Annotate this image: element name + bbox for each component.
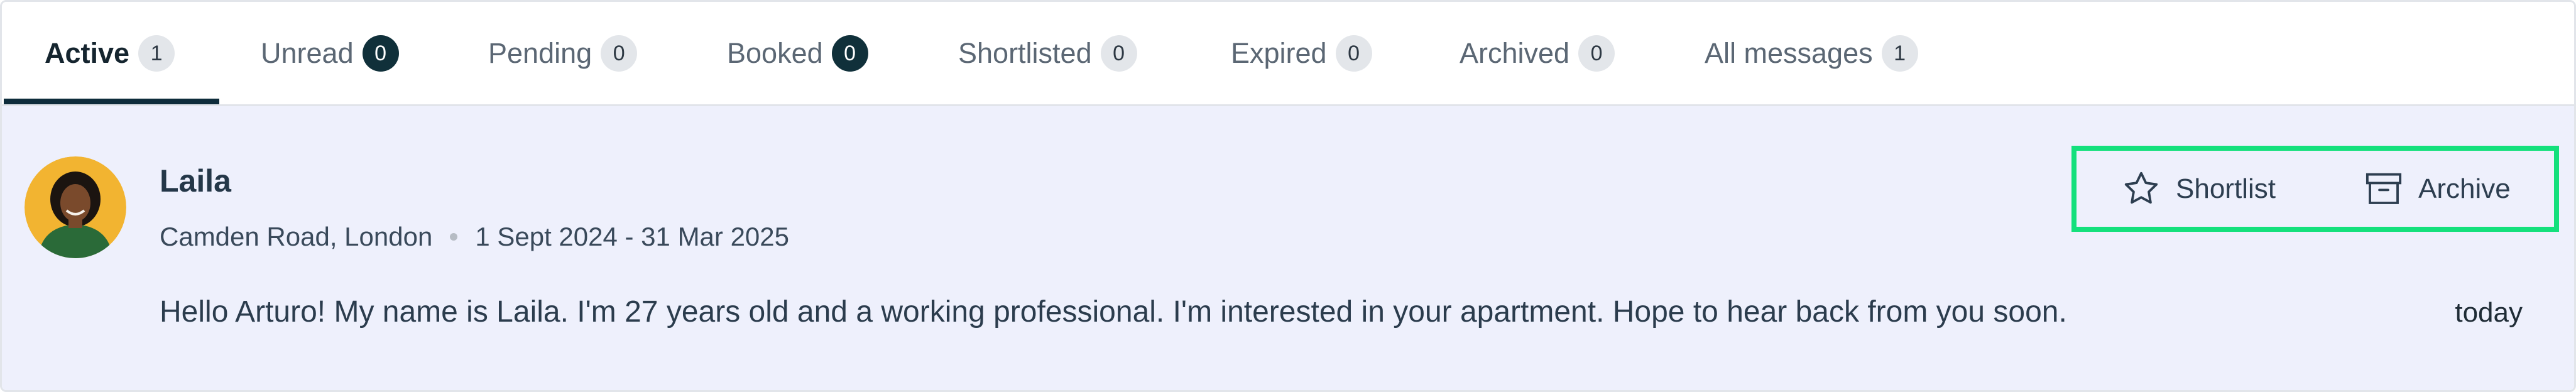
message-timestamp: today <box>2455 297 2523 328</box>
tab-label: Archived <box>1460 36 1570 69</box>
messages-panel: Active 1 Unread 0 Pending 0 Booked 0 Sho… <box>0 0 2576 392</box>
tab-pending[interactable]: Pending 0 <box>488 2 638 104</box>
archive-icon <box>2366 173 2402 204</box>
archive-label: Archive <box>2418 173 2511 204</box>
tab-label: Shortlisted <box>958 36 1092 69</box>
sender-name[interactable]: Laila <box>160 163 231 199</box>
message-preview[interactable]: Hello Arturo! My name is Laila. I'm 27 y… <box>160 295 2067 329</box>
actions-highlight: Shortlist Archive <box>2071 146 2559 232</box>
tab-unread[interactable]: Unread 0 <box>261 2 399 104</box>
tab-count-badge: 0 <box>1578 35 1615 72</box>
active-tab-indicator <box>4 99 219 104</box>
tab-count-badge: 1 <box>1881 35 1918 72</box>
avatar-image <box>25 156 126 258</box>
tab-count-badge: 0 <box>1335 35 1372 72</box>
separator-dot <box>450 233 458 241</box>
message-tabs: Active 1 Unread 0 Pending 0 Booked 0 Sho… <box>2 2 2574 106</box>
tab-active[interactable]: Active 1 <box>45 2 175 104</box>
tab-label: Pending <box>488 36 592 69</box>
tab-label: Active <box>45 36 130 69</box>
tab-count-badge: 0 <box>1100 35 1137 72</box>
tab-count-badge: 0 <box>362 35 399 72</box>
tab-all-messages[interactable]: All messages 1 <box>1705 2 1918 104</box>
avatar <box>25 156 126 258</box>
tab-count-badge: 1 <box>138 35 175 72</box>
tab-archived[interactable]: Archived 0 <box>1460 2 1615 104</box>
tab-count-badge: 0 <box>601 35 638 72</box>
tab-shortlisted[interactable]: Shortlisted 0 <box>958 2 1137 104</box>
tab-label: All messages <box>1705 36 1873 69</box>
shortlist-button[interactable]: Shortlist <box>2120 151 2276 227</box>
tab-label: Expired <box>1231 36 1327 69</box>
shortlist-label: Shortlist <box>2176 173 2276 204</box>
tab-label: Unread <box>261 36 354 69</box>
conversation-meta: Camden Road, London 1 Sept 2024 - 31 Mar… <box>160 222 789 252</box>
star-icon <box>2124 172 2158 204</box>
location-text: Camden Road, London <box>160 222 433 251</box>
tab-count-badge: 0 <box>831 35 868 72</box>
tab-label: Booked <box>727 36 823 69</box>
archive-button[interactable]: Archive <box>2363 151 2511 227</box>
date-range-text: 1 Sept 2024 - 31 Mar 2025 <box>475 222 790 251</box>
tab-booked[interactable]: Booked 0 <box>727 2 868 104</box>
tab-expired[interactable]: Expired 0 <box>1231 2 1372 104</box>
conversation-row[interactable]: Laila Camden Road, London 1 Sept 2024 - … <box>2 106 2574 390</box>
